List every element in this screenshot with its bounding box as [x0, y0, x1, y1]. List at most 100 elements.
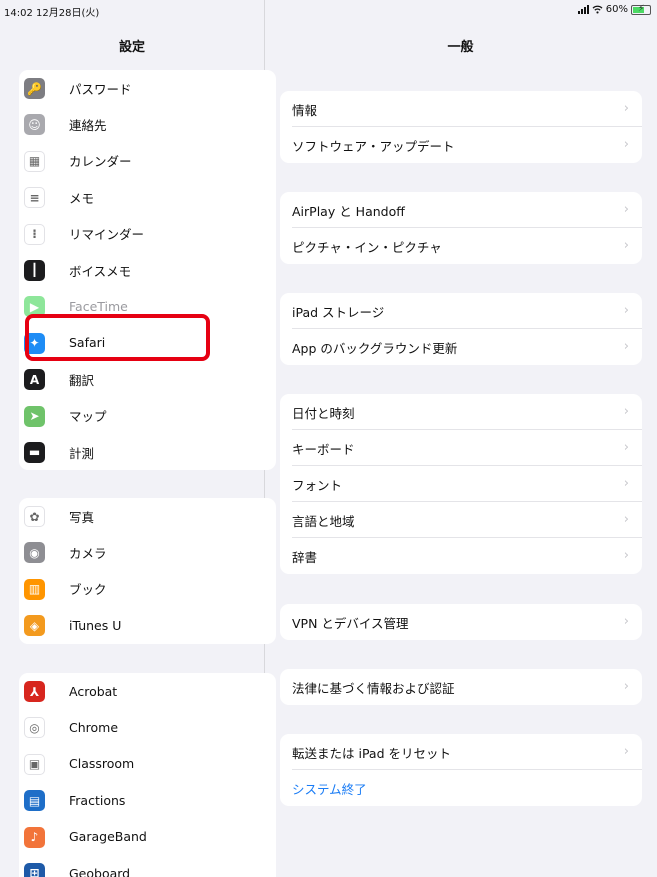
chevron-right-icon: ›: [623, 512, 629, 527]
sidebar-item-label: 計測: [69, 445, 95, 461]
settings-row-label: App のバックグラウンド更新: [292, 340, 458, 356]
sidebar-item-メモ[interactable]: ≡ メモ: [19, 179, 276, 215]
sidebar-item-計測[interactable]: ▬ 計測: [19, 434, 276, 470]
settings-row[interactable]: フォント ›: [280, 466, 642, 502]
chevron-right-icon: ›: [623, 476, 629, 491]
settings-row[interactable]: 言語と地域 ›: [280, 502, 642, 538]
chevron-right-icon: ›: [623, 339, 629, 354]
sidebar-item-acrobat[interactable]: ⅄ Acrobat: [19, 673, 276, 709]
settings-row-label: 情報: [292, 102, 318, 118]
sidebar-item-パスワード[interactable]: 🔑 パスワード: [19, 70, 276, 106]
main-settings-group: 情報 › ソフトウェア・アップデート ›: [280, 91, 642, 163]
main-settings-group: AirPlay と Handoff › ピクチャ・イン・ピクチャ ›: [280, 192, 642, 264]
settings-row-label: iPad ストレージ: [292, 304, 385, 320]
sidebar-item-label: Classroom: [69, 756, 135, 772]
sidebar-group: ✿ 写真 ◉ カメラ ▥ ブック ◈ iTunes U: [19, 498, 276, 644]
settings-row-label: AirPlay と Handoff: [292, 203, 405, 219]
camera-icon: ◉: [24, 542, 45, 564]
sidebar-item-label: パスワード: [69, 81, 132, 97]
settings-row[interactable]: AirPlay と Handoff ›: [280, 192, 642, 228]
safari-highlight-box: [25, 314, 210, 361]
chevron-right-icon: ›: [623, 614, 629, 629]
chevron-right-icon: ›: [623, 548, 629, 563]
sidebar-item-geoboard[interactable]: ⊞ Geoboard: [19, 855, 276, 877]
sidebar-item-label: 写真: [69, 509, 95, 525]
sidebar-item-ブック[interactable]: ▥ ブック: [19, 571, 276, 607]
acrobat-icon: ⅄: [24, 681, 45, 702]
photos-icon: ✿: [24, 506, 45, 527]
settings-row[interactable]: App のバックグラウンド更新 ›: [280, 329, 642, 365]
main-settings-group: VPN とデバイス管理 ›: [280, 604, 642, 640]
settings-row[interactable]: 辞書 ›: [280, 538, 642, 574]
sidebar-item-label: Chrome: [69, 720, 119, 736]
settings-row-label: システム終了: [292, 781, 367, 797]
chevron-right-icon: ›: [623, 404, 629, 419]
chrome-icon: ◎: [24, 717, 45, 739]
chevron-right-icon: ›: [623, 440, 629, 455]
sidebar-item-写真[interactable]: ✿ 写真: [19, 498, 276, 534]
settings-screen: 設定 🔑 パスワード ☺ 連絡先 ▦ カレンダー ≡ メモ ⁝ リマインダー ┃ ボイスメモ ▶ Face…: [0, 0, 657, 877]
sidebar-item-label: カメラ: [69, 546, 107, 562]
measure-icon: ▬: [24, 441, 45, 463]
status-bar: 14:02 12月28日(火) 60% ⚡: [0, 0, 657, 22]
maps-icon: ➤: [24, 405, 45, 427]
sidebar-item-マップ[interactable]: ➤ マップ: [19, 398, 276, 434]
status-time: 14:02 12月28日(火): [4, 8, 100, 19]
settings-row-label: 転送または iPad をリセット: [292, 745, 451, 761]
settings-row[interactable]: iPad ストレージ ›: [280, 293, 642, 329]
sidebar-item-label: FaceTime: [69, 299, 128, 315]
sidebar-item-カメラ[interactable]: ◉ カメラ: [19, 534, 276, 570]
sidebar-item-連絡先[interactable]: ☺ 連絡先: [19, 106, 276, 142]
sidebar-item-label: GarageBand: [69, 829, 147, 845]
sidebar-item-ボイスメモ[interactable]: ┃ ボイスメモ: [19, 252, 276, 288]
sidebar-item-label: ブック: [69, 582, 107, 598]
sidebar-item-カレンダー[interactable]: ▦ カレンダー: [19, 143, 276, 179]
sidebar-item-label: ボイスメモ: [69, 263, 132, 279]
sidebar-item-label: メモ: [69, 190, 95, 206]
chevron-right-icon: ›: [623, 744, 629, 759]
contacts-icon: ☺: [24, 114, 45, 136]
settings-row-label: ソフトウェア・アップデート: [292, 138, 455, 154]
chevron-right-icon: ›: [623, 137, 629, 152]
battery-icon: ⚡: [631, 4, 651, 15]
sidebar-item-label: 連絡先: [69, 118, 107, 134]
sidebar-item-garageband[interactable]: ♪ GarageBand: [19, 819, 276, 855]
sidebar-item-chrome[interactable]: ◎ Chrome: [19, 709, 276, 745]
notes-icon: ≡: [24, 187, 45, 209]
sidebar-item-classroom[interactable]: ▣ Classroom: [19, 746, 276, 782]
settings-row[interactable]: 法律に基づく情報および認証 ›: [280, 669, 642, 705]
calendar-icon: ▦: [24, 150, 45, 172]
chevron-right-icon: ›: [623, 679, 629, 694]
settings-row-label: 日付と時刻: [292, 405, 355, 421]
chevron-right-icon: ›: [623, 101, 629, 116]
sidebar-item-label: Geoboard: [69, 865, 131, 877]
main-settings-group: iPad ストレージ › App のバックグラウンド更新 ›: [280, 293, 642, 365]
settings-row[interactable]: キーボード ›: [280, 430, 642, 466]
sidebar-item-label: カレンダー: [69, 154, 132, 170]
sidebar-item-label: Fractions: [69, 792, 126, 808]
chevron-right-icon: ›: [623, 238, 629, 253]
main-title: 一般: [447, 40, 474, 55]
sidebar-item-itunes-u[interactable]: ◈ iTunes U: [19, 607, 276, 643]
translate-icon: A: [24, 369, 45, 391]
settings-row[interactable]: VPN とデバイス管理 ›: [280, 604, 642, 640]
sidebar-item-リマインダー[interactable]: ⁝ リマインダー: [19, 216, 276, 252]
sidebar-item-label: iTunes U: [69, 617, 122, 633]
shutdown-button[interactable]: システム終了: [280, 770, 642, 806]
settings-sidebar: 設定 🔑 パスワード ☺ 連絡先 ▦ カレンダー ≡ メモ ⁝ リマインダー ┃ ボイスメモ ▶ Face…: [0, 0, 276, 877]
settings-row[interactable]: ソフトウェア・アップデート ›: [280, 127, 642, 163]
settings-row[interactable]: ピクチャ・イン・ピクチャ ›: [280, 228, 642, 264]
settings-row-label: 法律に基づく情報および認証: [292, 680, 455, 696]
settings-row[interactable]: 日付と時刻 ›: [280, 394, 642, 430]
sidebar-item-翻訳[interactable]: A 翻訳: [19, 361, 276, 397]
chevron-right-icon: ›: [623, 202, 629, 217]
books-icon: ▥: [24, 578, 45, 600]
classroom-icon: ▣: [24, 753, 45, 775]
key-icon: 🔑: [24, 78, 45, 99]
geoboard-icon: ⊞: [24, 862, 45, 877]
settings-row[interactable]: 転送または iPad をリセット ›: [280, 734, 642, 770]
settings-row[interactable]: 情報 ›: [280, 91, 642, 127]
fractions-icon: ▤: [24, 790, 45, 812]
sidebar-item-fractions[interactable]: ▤ Fractions: [19, 782, 276, 818]
battery-percent: 60%: [605, 4, 628, 15]
